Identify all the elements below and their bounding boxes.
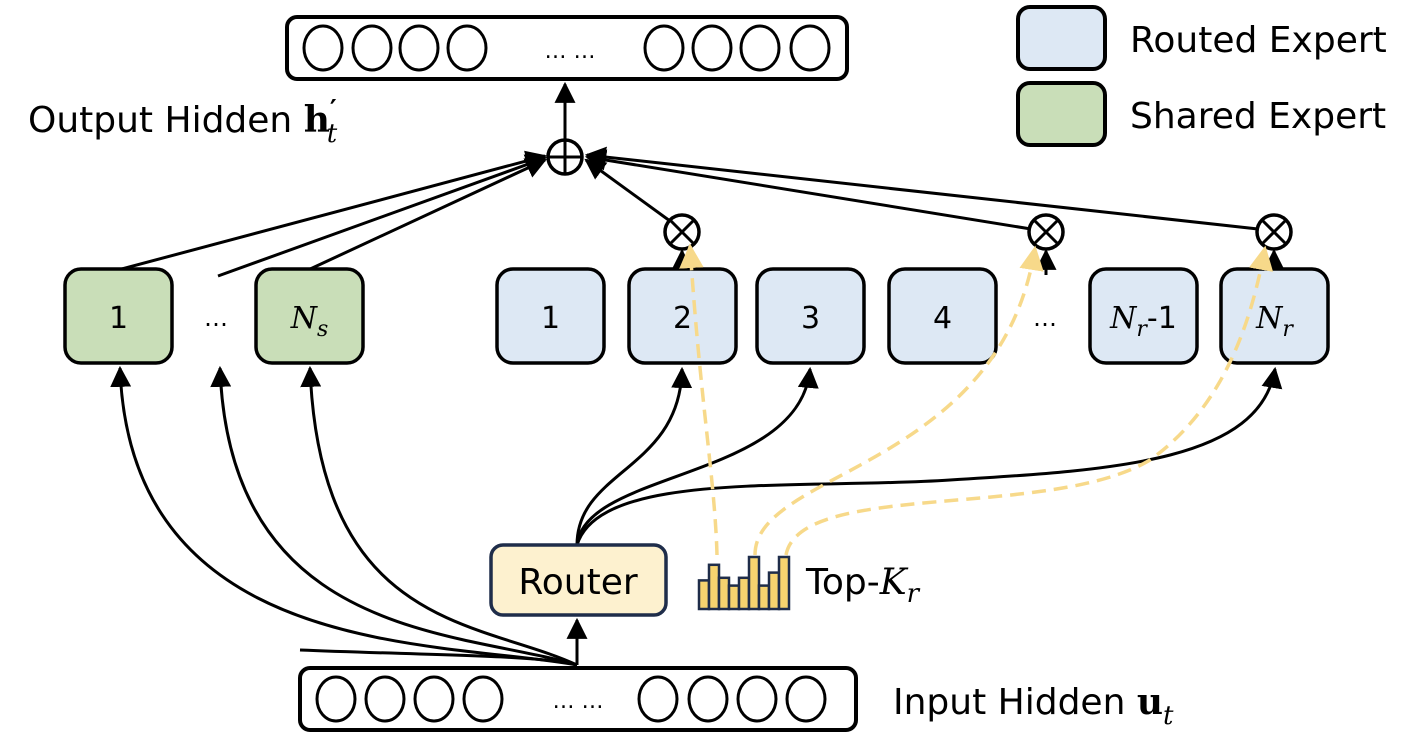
topk-bar bbox=[707, 563, 721, 611]
shared-expert: 1 bbox=[63, 267, 174, 365]
output-neuron bbox=[691, 24, 733, 72]
multiply-node bbox=[1027, 213, 1065, 251]
output-neuron bbox=[789, 24, 831, 72]
legend-routed-label: Routed Expert bbox=[1130, 20, 1387, 61]
input-to-shared-extra bbox=[299, 648, 578, 667]
multiply-node bbox=[1255, 213, 1293, 251]
input-to-shared-dots bbox=[210, 365, 578, 667]
routed-expert-label: 2 bbox=[673, 301, 692, 336]
topk-bar bbox=[757, 584, 771, 611]
output-hidden-label: Output Hidden h′ t bbox=[28, 95, 338, 149]
input-to-sharedNs bbox=[300, 365, 578, 667]
output-neuron bbox=[302, 24, 344, 72]
input-dots: … … bbox=[553, 689, 604, 714]
output-neuron bbox=[739, 24, 781, 72]
router-label: Router bbox=[518, 562, 638, 603]
topk-bar-icon bbox=[697, 555, 791, 611]
output-neuron bbox=[446, 24, 488, 72]
routed-expert-label: 4 bbox=[933, 301, 952, 336]
legend: Routed Expert Shared Expert bbox=[1016, 5, 1387, 147]
legend-shared-label: Shared Expert bbox=[1130, 96, 1386, 137]
routed-expert: 4 bbox=[887, 267, 998, 365]
moe-diagram: … … Output Hidden h′ t Routed Expert Shar… bbox=[28, 5, 1387, 732]
routed-expert-label: 1 bbox=[541, 301, 560, 336]
shared1-to-sum bbox=[117, 150, 548, 272]
input-neuron bbox=[462, 675, 504, 723]
sharedNs-to-sum bbox=[307, 158, 547, 272]
topk-bar bbox=[737, 576, 751, 611]
routed-expert: 2 bbox=[627, 267, 738, 365]
legend-shared-swatch bbox=[1016, 81, 1107, 147]
sum-node bbox=[546, 138, 584, 176]
output-hidden-vector: … … bbox=[285, 15, 849, 81]
legend-routed-swatch bbox=[1016, 5, 1107, 71]
output-dots: … … bbox=[545, 39, 596, 64]
router-box: Router bbox=[489, 543, 668, 617]
input-to-shared1 bbox=[110, 365, 578, 667]
shared-dots-to-sum bbox=[217, 154, 547, 278]
topk-bar bbox=[777, 555, 791, 611]
input-hidden-vector: … … bbox=[298, 666, 858, 732]
router-to-expert3 bbox=[575, 366, 819, 546]
input-hidden-label: Input Hidden ut bbox=[893, 681, 1174, 731]
topk-bar bbox=[747, 555, 761, 611]
topk-bar bbox=[697, 579, 711, 611]
shared-expert-label: 1 bbox=[109, 301, 128, 336]
input-neuron bbox=[413, 675, 455, 723]
routed-ellipsis: … bbox=[1033, 304, 1057, 332]
topk-bar bbox=[727, 584, 741, 611]
routed-expert-label: 3 bbox=[801, 301, 820, 336]
multiply-node bbox=[663, 213, 701, 251]
input-neuron bbox=[364, 675, 406, 723]
topk-bar bbox=[717, 576, 731, 611]
topk-bar bbox=[767, 571, 781, 611]
router-to-expertNr bbox=[575, 366, 1283, 546]
shared-ellipsis: … bbox=[204, 304, 228, 332]
input-neuron bbox=[637, 675, 679, 723]
routed-expert: 3 bbox=[755, 267, 866, 365]
input-neuron bbox=[736, 675, 778, 723]
topk-label: Top-Kr bbox=[805, 562, 921, 609]
input-neuron bbox=[315, 675, 357, 723]
output-neuron bbox=[351, 24, 393, 72]
input-neuron bbox=[785, 675, 827, 723]
output-neuron bbox=[398, 24, 440, 72]
shared-expert: Ns bbox=[254, 267, 365, 365]
mult-mid-to-sum bbox=[584, 149, 1032, 231]
input-neuron bbox=[687, 675, 729, 723]
output-neuron bbox=[643, 24, 685, 72]
routed-expert: Nr-1 bbox=[1088, 267, 1199, 365]
routed-expert: 1 bbox=[495, 267, 606, 365]
